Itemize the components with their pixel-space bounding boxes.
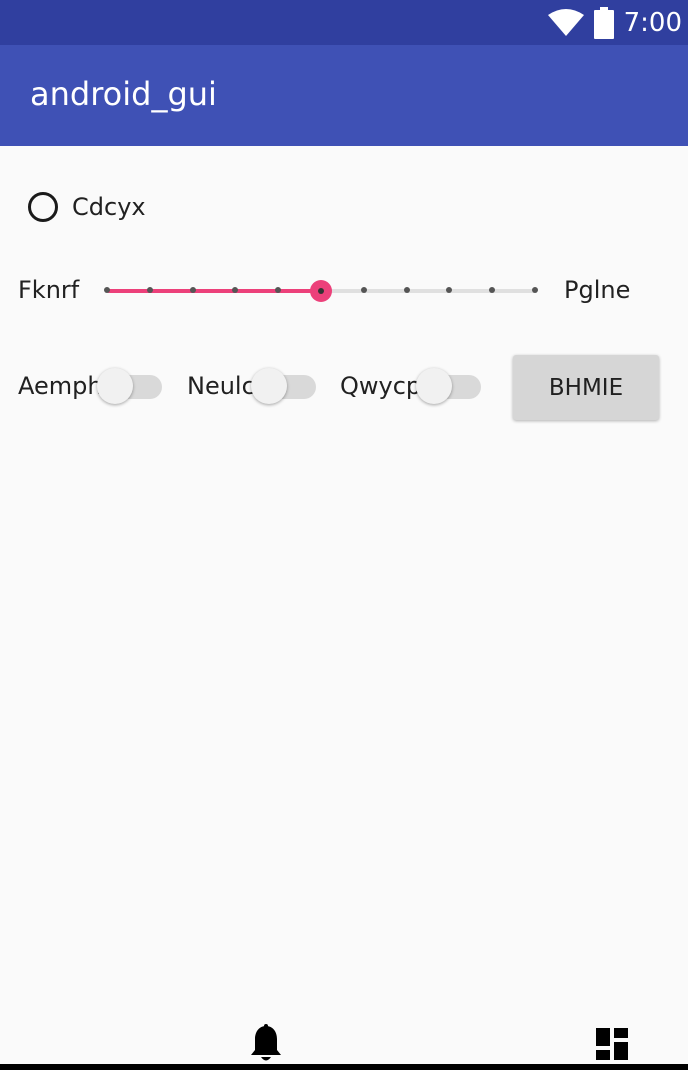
switch-thumb-2[interactable] (251, 368, 287, 404)
status-icons: 7:00 (547, 0, 682, 45)
bell-icon[interactable] (248, 1024, 284, 1064)
radio-button-icon[interactable] (28, 192, 58, 222)
radio-option[interactable]: Cdcyx (28, 192, 146, 222)
slider-tick (104, 287, 110, 293)
switch-label-3: Qwycp (340, 372, 422, 400)
wifi-icon (547, 8, 584, 36)
radio-label: Cdcyx (72, 193, 146, 221)
dashboard-icon[interactable] (594, 1026, 630, 1062)
bottom-bar-edge (0, 1064, 688, 1070)
slider-tick (189, 287, 196, 293)
status-time: 7:00 (623, 7, 682, 38)
status-bar: 7:00 (0, 0, 688, 45)
slider-row: Fknrf Pglne (0, 268, 688, 314)
app-bar: android_gui (0, 45, 688, 146)
battery-icon (593, 6, 614, 39)
slider-thumb[interactable] (310, 280, 332, 302)
switch-label-1: Aemph (18, 372, 103, 400)
slider-tick (146, 287, 153, 293)
slider-tick (403, 287, 410, 293)
switch-thumb-3[interactable] (416, 368, 452, 404)
switch-label-2: Neulc (187, 372, 255, 400)
bhmie-button[interactable]: BHMIE (513, 355, 659, 420)
slider-right-label: Pglne (564, 276, 631, 304)
slider-tick (532, 287, 538, 293)
app-title: android_gui (30, 75, 217, 113)
slider-tick (360, 287, 367, 293)
slider-fill (107, 289, 321, 293)
switch-thumb-1[interactable] (97, 368, 133, 404)
slider-left-label: Fknrf (18, 276, 80, 304)
